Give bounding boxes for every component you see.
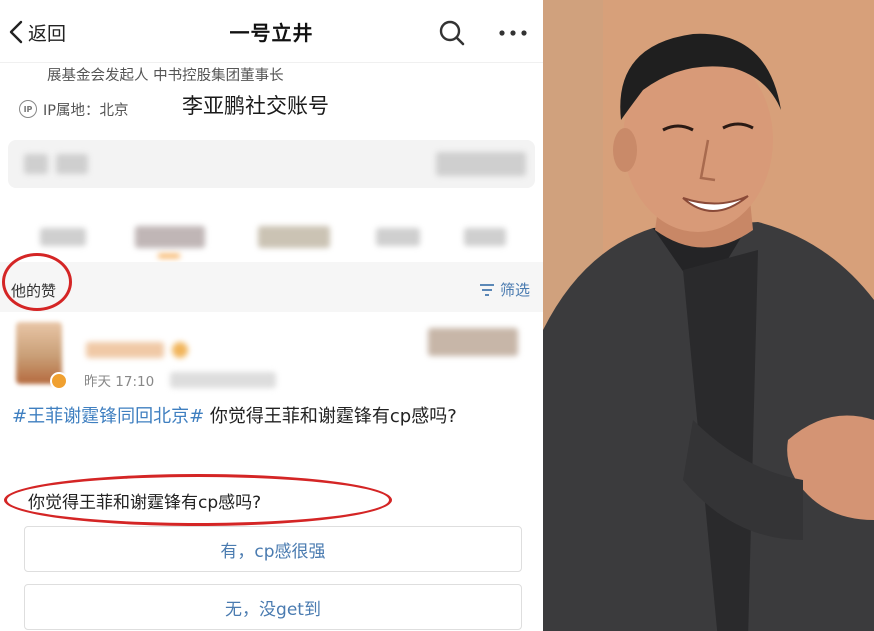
filter-button[interactable]: 筛选 <box>478 279 530 300</box>
emoji-icon <box>172 342 188 358</box>
search-icon[interactable] <box>438 19 466 47</box>
red-annotation-circle <box>2 253 72 311</box>
liked-post-card[interactable]: 昨天 17:10 #王菲谢霆锋同回北京# 你觉得王菲和谢霆锋有cp感吗? 你觉得… <box>0 312 543 631</box>
hashtag-link[interactable]: #王菲谢霆锋同回北京# <box>12 406 204 427</box>
filter-icon <box>480 283 494 296</box>
blurred-source <box>170 372 276 388</box>
blurred-profile-card <box>8 140 535 188</box>
post-text: #王菲谢霆锋同回北京# 你觉得王菲和谢霆锋有cp感吗? <box>12 402 512 431</box>
poll-option-no[interactable]: 无，没get到 <box>24 584 522 630</box>
top-navbar: 返回 一号立井 <box>0 0 543 63</box>
ip-location-row: IP IP属地：北京 <box>19 96 129 122</box>
more-icon[interactable] <box>497 19 529 47</box>
post-time: 昨天 17:10 <box>84 374 155 390</box>
tab-placeholder[interactable] <box>376 228 420 246</box>
tab-placeholder[interactable] <box>135 226 205 248</box>
profile-tabs <box>0 210 543 262</box>
ip-location: IP属地：北京 <box>43 102 129 119</box>
verified-badge-icon <box>50 372 68 390</box>
tab-placeholder[interactable] <box>464 228 506 246</box>
tab-placeholder[interactable] <box>40 228 86 246</box>
filter-label: 筛选 <box>500 281 531 299</box>
overlay-caption: 李亚鹏社交账号 <box>182 94 329 118</box>
profile-bio: 展基金会发起人 中书控股集团董事长 <box>47 68 284 84</box>
blurred-follow-thumb[interactable] <box>428 328 518 356</box>
section-header-bg <box>0 262 543 312</box>
poll-option-yes[interactable]: 有，cp感很强 <box>24 526 522 572</box>
post-body: 你觉得王菲和谢霆锋有cp感吗? <box>204 406 457 427</box>
phone-screenshot: 返回 一号立井 展基金会发起人 中书控股集团董事长 IP IP属地：北京 李亚鹏… <box>0 0 543 631</box>
ip-icon: IP <box>19 100 37 118</box>
blurred-username[interactable] <box>86 342 164 358</box>
tab-placeholder[interactable] <box>258 226 330 248</box>
red-annotation-circle <box>4 474 392 526</box>
person-illustration <box>543 0 874 631</box>
tab-active-indicator <box>158 254 180 258</box>
person-photo <box>543 0 874 631</box>
